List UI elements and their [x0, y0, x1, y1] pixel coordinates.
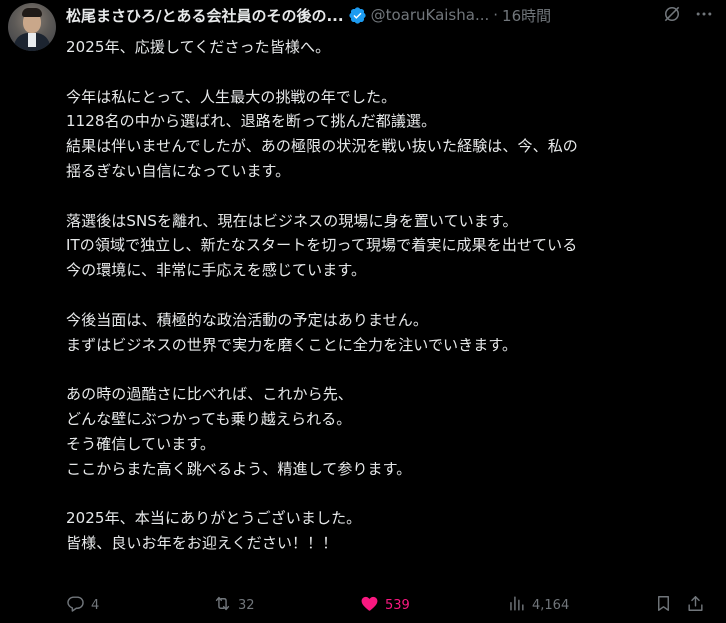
tweet-text-line: 2025年、応援してくださった皆様へ。: [66, 38, 331, 56]
views-count: 4,164: [532, 597, 570, 613]
handle[interactable]: @toaruKaisha...: [371, 6, 490, 24]
tweet-header: 松尾まさひろ/とある会社員のその後の... @toaruKaisha... · …: [66, 4, 551, 26]
tweet-text: 2025年、応援してくださった皆様へ。 今年は私にとって、人生最大の挑戦の年でし…: [66, 35, 716, 556]
timestamp[interactable]: 16時間: [502, 5, 551, 26]
bookmark-button[interactable]: [654, 593, 673, 617]
tweet-text-line: 結果は伴いませんでしたが、あの極限の状況を戦い抜いた経験は、今、私の: [66, 137, 578, 156]
tweet-text-line: [66, 357, 716, 382]
retweet-button[interactable]: 32: [213, 593, 255, 617]
like-button[interactable]: 539: [360, 593, 410, 617]
tweet[interactable]: 松尾まさひろ/とある会社員のその後の... @toaruKaisha... · …: [0, 0, 726, 623]
views-icon: [507, 594, 526, 617]
tweet-text-line: 今後当面は、積極的な政治活動の予定はありません。: [66, 310, 428, 329]
tweet-text-line: まずはビジネスの世界で実力を磨くことに全力を注いでいきます。: [66, 335, 518, 354]
tweet-text-line: どんな壁にぶつかっても乗り越えられる。: [66, 409, 352, 428]
action-bar: 4 32 539 4,164: [66, 593, 716, 617]
heart-icon: [360, 594, 379, 617]
tweet-text-line: 2025年、本当にありがとうございました。: [66, 509, 362, 528]
tweet-text-line: 今の環境に、非常に手応えを感じています。: [66, 261, 367, 280]
reply-icon: [66, 594, 85, 617]
tweet-text-line: 落選後はSNSを離れ、現在はビジネスの現場に身を置いています。: [66, 211, 518, 230]
tweet-text-line: 今年は私にとって、人生最大の挑戦の年でした。: [66, 87, 397, 106]
separator-dot: ·: [493, 6, 499, 24]
reply-count: 4: [91, 597, 100, 613]
reply-button[interactable]: 4: [66, 593, 99, 617]
retweet-icon: [213, 594, 232, 617]
bookmark-icon: [654, 594, 673, 617]
views-button[interactable]: 4,164: [507, 593, 569, 617]
tweet-text-line: そう確信しています。: [66, 434, 216, 453]
like-count: 539: [385, 597, 410, 613]
tweet-text-line: [66, 60, 716, 85]
tweet-text-line: ITの領域で独立し、新たなスタートを切って現場で着実に成果を出せている: [66, 236, 578, 255]
avatar-shirt: [28, 33, 36, 47]
tweet-text-line: 1128名の中から選ばれ、退路を断って挑んだ都議選。: [66, 112, 437, 131]
display-name[interactable]: 松尾まさひろ/とある会社員のその後の...: [66, 5, 344, 26]
avatar-hair: [22, 8, 42, 17]
tweet-text-line: ここからまた高く跳べるよう、精進して参ります。: [66, 459, 412, 478]
avatar[interactable]: [8, 3, 56, 51]
tweet-text-line: [66, 283, 716, 308]
grok-icon[interactable]: [662, 4, 682, 24]
tweet-text-line: 皆様、良いお年をお迎えください！！！: [66, 533, 338, 552]
verified-badge-icon: [348, 6, 367, 25]
retweet-count: 32: [238, 597, 255, 613]
share-button[interactable]: [686, 593, 705, 617]
share-icon: [686, 594, 705, 617]
tweet-text-line: [66, 481, 716, 506]
tweet-text-line: [66, 184, 716, 209]
tweet-text-line: あの時の過酷さに比べれば、これから先、: [66, 385, 353, 404]
tweet-text-line: 揺るぎない自信になっています。: [66, 161, 291, 180]
more-icon[interactable]: [694, 4, 714, 24]
